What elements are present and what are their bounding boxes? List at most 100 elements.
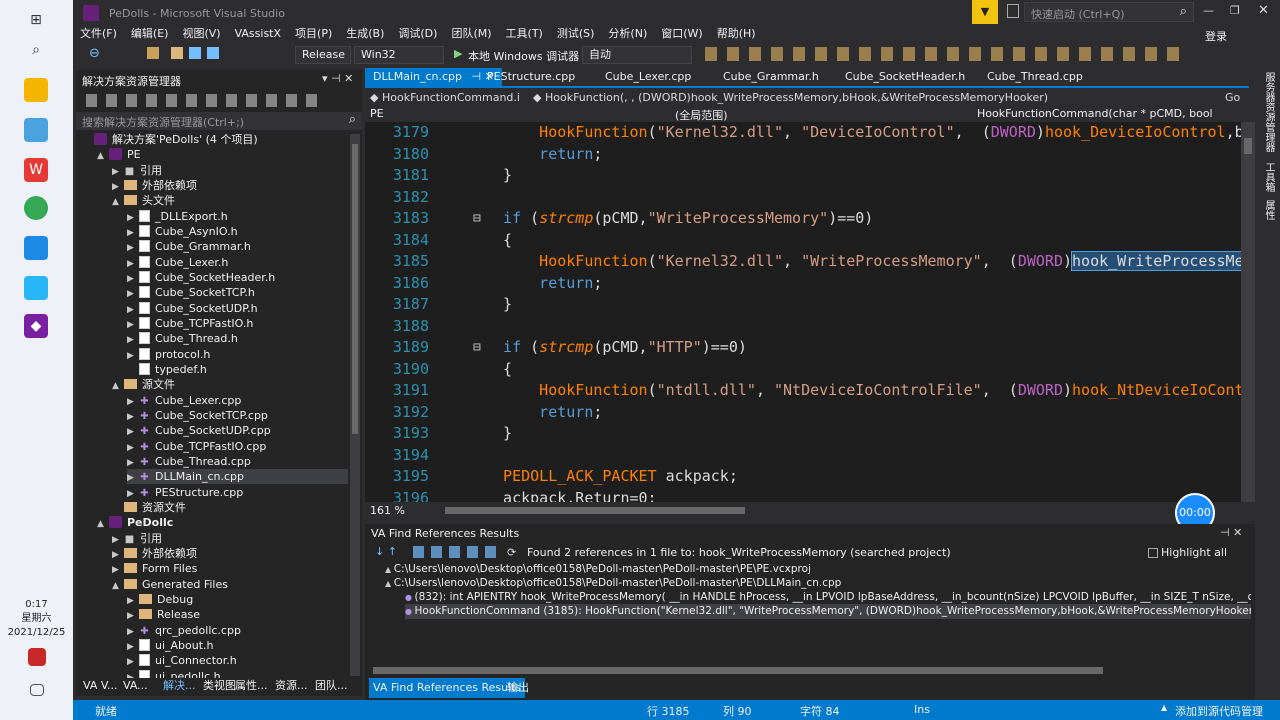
tree-row[interactable]: ▲ PeDollc [97,515,348,530]
nav-go-button[interactable]: Go [1225,91,1240,104]
visual-studio-icon[interactable]: ◆ [24,314,48,338]
tree-row[interactable]: typedef.h [127,362,348,377]
tree-row[interactable]: ▶ Release [127,607,348,622]
va-toolbar-icons[interactable] [705,47,1185,61]
menu-item[interactable]: 团队(M) [444,24,498,44]
expand-arrow-icon[interactable]: ▲ [112,579,124,594]
windows-start-icon[interactable]: ⊞ [24,8,48,32]
config-dropdown[interactable]: Release [295,46,351,64]
editor-tab[interactable]: Cube_Lexer.cpp [597,68,699,86]
minimize-button[interactable]: — [1203,4,1214,17]
tree-row[interactable]: ▶ ■ 引用 [112,163,348,178]
menu-item[interactable]: 分析(N) [601,24,654,44]
find-toolbar-icons[interactable] [413,546,498,558]
feedback-icon[interactable] [1007,4,1019,18]
reference-row[interactable]: ● (832): int APIENTRY hook_WriteProcessM… [405,590,1251,605]
menu-item[interactable]: 视图(V) [175,24,227,44]
side-tab[interactable]: 工具箱 [1261,162,1276,192]
quick-launch-input[interactable]: 快速启动 (Ctrl+Q) ⌕ [1024,2,1194,22]
app-icon[interactable] [24,118,48,142]
menu-item[interactable]: 生成(B) [339,24,391,44]
tree-row[interactable]: ▶ Cube_SocketTCP.h [127,285,348,300]
tree-row[interactable]: ▲ 源文件 [112,377,348,392]
wps-icon[interactable]: W [24,158,48,182]
output-tab[interactable]: 输出 [503,678,533,698]
file-explorer-icon[interactable] [24,78,48,102]
tree-row[interactable]: ▶ ✚ Cube_SocketTCP.cpp [127,408,348,423]
play-icon[interactable]: ▶ [454,47,462,60]
mode-dropdown[interactable]: 自动 [582,46,692,64]
solution-bottom-tab[interactable]: VA V... [79,676,121,696]
solution-search-input[interactable]: 搜索解决方案资源管理器(Ctrl+;) ⌕ [76,112,362,130]
tree-row[interactable]: ▶ ✚ PEStructure.cpp [127,485,348,500]
solution-bottom-tab[interactable]: VA... [119,676,152,696]
tree-row[interactable]: ▶ ✚ Cube_SocketUDP.cpp [127,423,348,438]
expand-arrow-icon[interactable]: ▲ [97,149,109,164]
tree-row[interactable]: ▶ Cube_Lexer.h [127,255,348,270]
tree-row[interactable]: ▲ Generated Files [112,577,348,592]
tree-row[interactable]: ▶ Cube_Thread.h [127,331,348,346]
menu-item[interactable]: 项目(P) [288,24,339,44]
tree-row[interactable]: ▶ 外部依赖项 [112,546,348,561]
reference-row[interactable]: ▲ C:\Users\lenovo\Desktop\office0158\PeD… [385,576,841,591]
editor-tab[interactable]: Cube_Grammar.h [715,68,827,86]
project-dropdown[interactable]: PE [370,107,384,120]
tree-row[interactable]: ▶ ui_Connector.h [127,653,348,668]
editor-tab[interactable]: Cube_SocketHeader.h [837,68,973,86]
panel-pin-close[interactable]: ⊣ ✕ [1220,526,1242,539]
back-icon[interactable]: ⊖ [89,46,100,61]
side-tab[interactable]: 属性 [1261,200,1276,220]
pin-icon[interactable]: ▾ ⊣ ✕ [322,72,353,85]
menu-item[interactable]: 帮助(H) [710,24,763,44]
close-button[interactable]: ✕ [1258,3,1269,18]
zoom-level[interactable]: 161 % [370,504,405,517]
expand-arrow-icon[interactable]: ▲ [112,195,124,210]
tree-row[interactable]: ▶ ✚ Cube_Thread.cpp [127,454,348,469]
expand-arrow-icon[interactable]: ▲ [97,517,109,532]
login-link[interactable]: 登录 [1205,28,1227,44]
solution-bottom-tab[interactable]: 解决... [159,676,200,696]
tree-row[interactable]: 资源文件 [112,500,348,515]
editor-hscroll-thumb[interactable] [445,507,745,514]
refs-hscroll-thumb[interactable] [373,667,1103,674]
app-icon-2[interactable] [24,236,48,260]
tree-row[interactable]: ▶ Cube_TCPFastIO.h [127,316,348,331]
tree-row[interactable]: ▶ Debug [127,592,348,607]
solution-bottom-tab[interactable]: 属性... [231,676,272,696]
tree-row[interactable]: ▶ Cube_SocketHeader.h [127,270,348,285]
search-icon[interactable]: ⌕ [24,38,48,62]
search-icon[interactable]: ⌕ [349,112,356,127]
tree-row[interactable]: ▶ ✚ DLLMain_cn.cpp [127,469,348,485]
menu-item[interactable]: 调试(D) [391,24,444,44]
tree-row[interactable]: ▶ Cube_SocketUDP.h [127,301,348,316]
menu-item[interactable]: 测试(S) [550,24,602,44]
next-icon[interactable]: ↓ ↑ [375,545,397,558]
solution-bottom-tab[interactable]: 资源... [271,676,312,696]
collapse-icon[interactable]: ⊟ [473,208,481,230]
tree-row[interactable]: ▶ ✚ qrc_pedollc.cpp [127,623,348,638]
tree-row[interactable]: ▶ ✚ Cube_TCPFastIO.cpp [127,439,348,454]
highlight-all-checkbox[interactable] [1148,548,1158,558]
nav-middle-dropdown[interactable]: ◆ HookFunction(, , (DWORD)hook_WriteProc… [533,91,1048,104]
menu-item[interactable]: VAssistX [228,24,288,44]
output-tab[interactable]: VA Find References Results [369,678,526,698]
editor-vscrollbar[interactable] [1241,122,1255,502]
tree-row[interactable]: ▶ ✚ Cube_Lexer.cpp [127,393,348,408]
tree-row[interactable]: ▲ PE [97,147,348,162]
tree-row[interactable]: ▶ ui_About.h [127,638,348,653]
tree-row[interactable]: ▶ ■ 引用 [112,531,348,546]
action-center-icon[interactable] [30,684,44,696]
tree-scrollbar[interactable] [350,134,360,676]
run-button[interactable]: 本地 Windows 调试器 [468,48,579,64]
editor-tab[interactable]: Cube_Thread.cpp [979,68,1091,86]
expand-arrow-icon[interactable]: ▲ [112,379,124,394]
tree-row[interactable]: ▶ Form Files [112,561,348,576]
side-tab[interactable]: 服务器资源管理器 [1261,72,1276,152]
editor-tab[interactable]: PEStructure.cpp [479,68,583,86]
tree-row[interactable]: ▶ Cube_AsynIO.h [127,224,348,239]
refresh-icon[interactable]: ⟳ [507,546,516,559]
code-editor[interactable]: 3179 HookFunction("Kernel32.dll", "Devic… [365,122,1241,502]
restore-button[interactable]: ❐ [1230,4,1240,17]
solution-bottom-tab[interactable]: 团队... [311,676,352,696]
tree-row[interactable]: ▶ Cube_Grammar.h [127,239,348,254]
